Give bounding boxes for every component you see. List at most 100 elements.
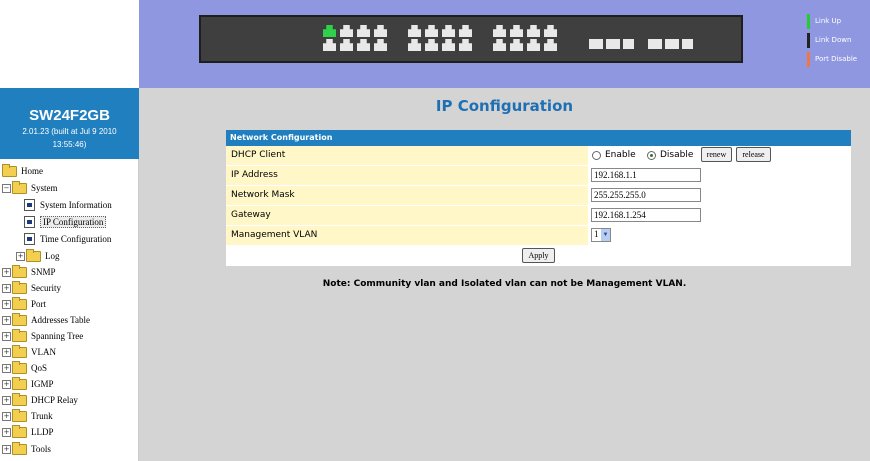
port-11[interactable] [425, 25, 438, 37]
collapse-icon[interactable]: − [2, 183, 11, 193]
expand-icon[interactable]: + [2, 283, 11, 293]
folder-icon [12, 344, 27, 358]
port-2[interactable] [323, 39, 336, 51]
ip-address-input[interactable]: 192.168.1.1 [591, 168, 701, 182]
renew-button[interactable]: renew [701, 147, 732, 162]
port-1[interactable] [323, 25, 336, 37]
port-8[interactable] [374, 39, 387, 51]
management-vlan-select[interactable]: 1 ▼ [591, 228, 611, 242]
expand-icon[interactable]: + [2, 299, 11, 309]
port-9[interactable] [408, 25, 421, 37]
expand-icon[interactable]: + [2, 395, 11, 405]
port-18[interactable] [493, 39, 506, 51]
network-mask-input[interactable]: 255.255.255.0 [591, 188, 701, 202]
tree-vlan-label: VLAN [31, 347, 56, 357]
folder-icon [12, 280, 27, 294]
model-name: SW24F2GB [29, 107, 110, 124]
port-24[interactable] [544, 39, 557, 51]
legend-port-disable-label: Port Disable [815, 55, 858, 63]
tree-addresses-table[interactable]: + Addresses Table [2, 312, 90, 328]
port-20[interactable] [510, 39, 523, 51]
port-7[interactable] [374, 25, 387, 37]
tree-dhcp-relay[interactable]: + DHCP Relay [2, 392, 78, 408]
page-title: IP Configuration [435, 97, 574, 115]
tree-system[interactable]: − System [2, 180, 58, 196]
port-disable-swatch [807, 52, 810, 67]
tree-home[interactable]: Home [2, 163, 43, 179]
port-21[interactable] [527, 25, 540, 37]
brand-panel: SW24F2GB 2.01.23 (built at Jul 9 2010 13… [0, 88, 139, 159]
sfp-port-26b[interactable] [665, 39, 679, 49]
tree-system-information-label: System Information [40, 200, 112, 210]
dhcp-disable-radio[interactable] [647, 151, 656, 160]
port-13[interactable] [442, 25, 455, 37]
tree-system-information[interactable]: System Information [24, 197, 112, 213]
network-configuration-panel: Network Configuration DHCP Client Enable… [226, 130, 851, 266]
legend-link-down-label: Link Down [815, 36, 852, 44]
gbic-port-25[interactable] [623, 39, 634, 49]
port-17[interactable] [493, 25, 506, 37]
legend-link-up: Link Up [807, 14, 870, 33]
port-23[interactable] [544, 25, 557, 37]
tree-igmp[interactable]: + IGMP [2, 376, 54, 392]
gbic-port-26[interactable] [682, 39, 693, 49]
tree-log[interactable]: + Log [16, 248, 60, 264]
folder-icon [12, 441, 27, 455]
tree-trunk-label: Trunk [31, 411, 53, 421]
port-22[interactable] [527, 39, 540, 51]
port-15[interactable] [459, 25, 472, 37]
tree-time-configuration[interactable]: Time Configuration [24, 231, 111, 247]
expand-icon[interactable]: + [2, 331, 11, 341]
expand-icon[interactable]: + [2, 411, 11, 421]
sfp-port-25b[interactable] [606, 39, 620, 49]
port-3[interactable] [340, 25, 353, 37]
expand-icon[interactable]: + [2, 427, 11, 437]
sfp-port-26[interactable] [648, 39, 662, 49]
gateway-label: Gateway [226, 206, 588, 225]
tree-snmp[interactable]: + SNMP [2, 264, 56, 280]
expand-icon[interactable]: + [2, 363, 11, 373]
port-10[interactable] [408, 39, 421, 51]
tree-trunk[interactable]: + Trunk [2, 408, 53, 424]
expand-icon[interactable]: + [2, 267, 11, 277]
gateway-input[interactable]: 192.168.1.254 [591, 208, 701, 222]
sfp-port-25[interactable] [589, 39, 603, 49]
tree-log-label: Log [45, 251, 60, 261]
release-button[interactable]: release [736, 147, 771, 162]
switch-front-panel [199, 15, 743, 63]
apply-button[interactable]: Apply [522, 248, 555, 263]
port-6[interactable] [357, 39, 370, 51]
folder-icon [12, 392, 27, 406]
tree-qos[interactable]: + QoS [2, 360, 47, 376]
network-mask-row: Network Mask 255.255.255.0 [226, 186, 851, 206]
dhcp-client-value: Enable Disable renew release [588, 146, 851, 165]
navigation-tree: Home − System System Information IP Confi… [0, 159, 139, 461]
tree-vlan[interactable]: + VLAN [2, 344, 56, 360]
expand-icon[interactable]: + [2, 347, 11, 357]
tree-tools[interactable]: + Tools [2, 441, 51, 457]
folder-open-icon [12, 180, 27, 194]
dhcp-enable-radio[interactable] [592, 151, 601, 160]
expand-icon[interactable]: + [2, 379, 11, 389]
management-vlan-value: 1 ▼ [588, 226, 851, 245]
port-19[interactable] [510, 25, 523, 37]
port-14[interactable] [442, 39, 455, 51]
port-12[interactable] [425, 39, 438, 51]
gateway-row: Gateway 192.168.1.254 [226, 206, 851, 226]
top-left-blank [0, 0, 139, 88]
tree-spanning-tree[interactable]: + Spanning Tree [2, 328, 83, 344]
tree-security[interactable]: + Security [2, 280, 61, 296]
expand-icon[interactable]: + [2, 444, 11, 454]
tree-time-configuration-label: Time Configuration [40, 234, 112, 244]
dhcp-enable-label: Enable [605, 150, 636, 160]
folder-icon [12, 264, 27, 278]
tree-lldp[interactable]: + LLDP [2, 424, 54, 440]
expand-icon[interactable]: + [16, 251, 25, 261]
tree-snmp-label: SNMP [31, 267, 56, 277]
port-4[interactable] [340, 39, 353, 51]
port-5[interactable] [357, 25, 370, 37]
expand-icon[interactable]: + [2, 315, 11, 325]
tree-port[interactable]: + Port [2, 296, 46, 312]
port-16[interactable] [459, 39, 472, 51]
tree-ip-configuration[interactable]: IP Configuration [24, 214, 107, 230]
